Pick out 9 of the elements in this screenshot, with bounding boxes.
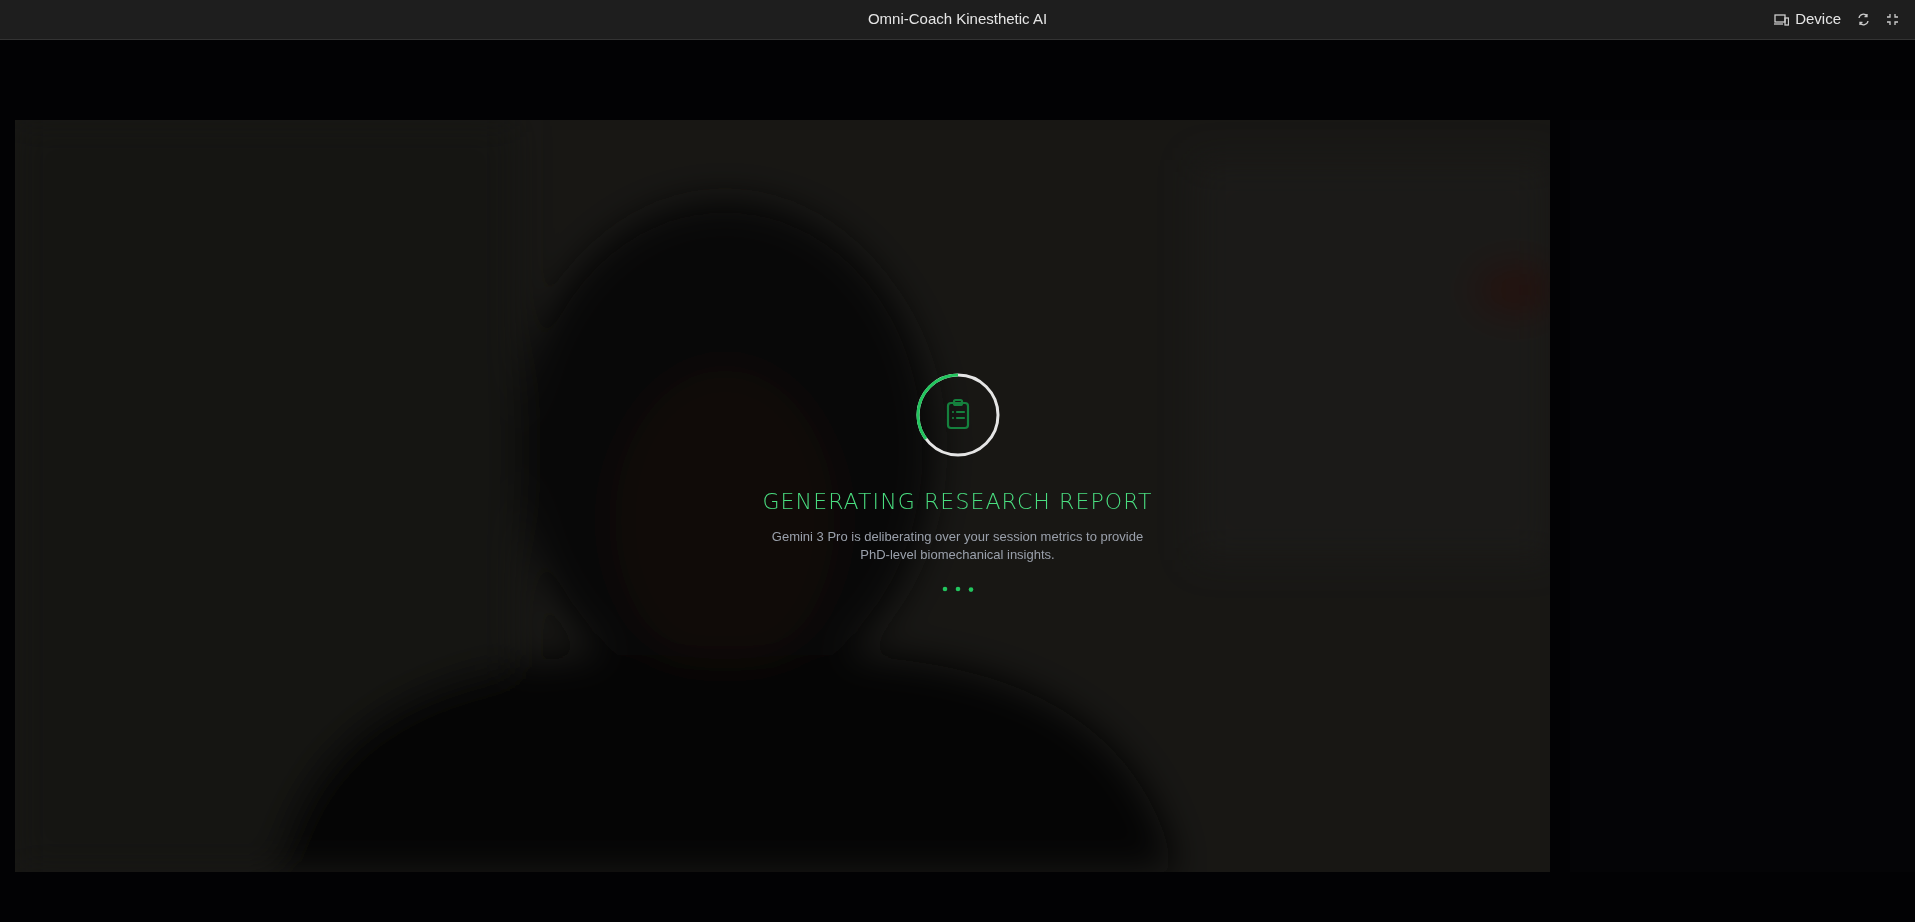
clipboard-spinner-icon xyxy=(915,373,1000,457)
loading-dots-icon xyxy=(941,586,974,592)
window-title: Omni-Coach Kinesthetic AI xyxy=(867,9,1048,30)
device-button[interactable]: Device xyxy=(1774,8,1841,31)
fullscreen-icon[interactable] xyxy=(1886,13,1899,26)
device-icon xyxy=(1774,13,1790,26)
report-message: Gemini 3 Pro is deliberating over your session metrics to provide PhD-level biomechanical insights. xyxy=(770,528,1145,564)
report-title: GENERATING RESEARCH REPORT xyxy=(762,488,1153,516)
rotate-icon[interactable] xyxy=(1857,13,1870,26)
